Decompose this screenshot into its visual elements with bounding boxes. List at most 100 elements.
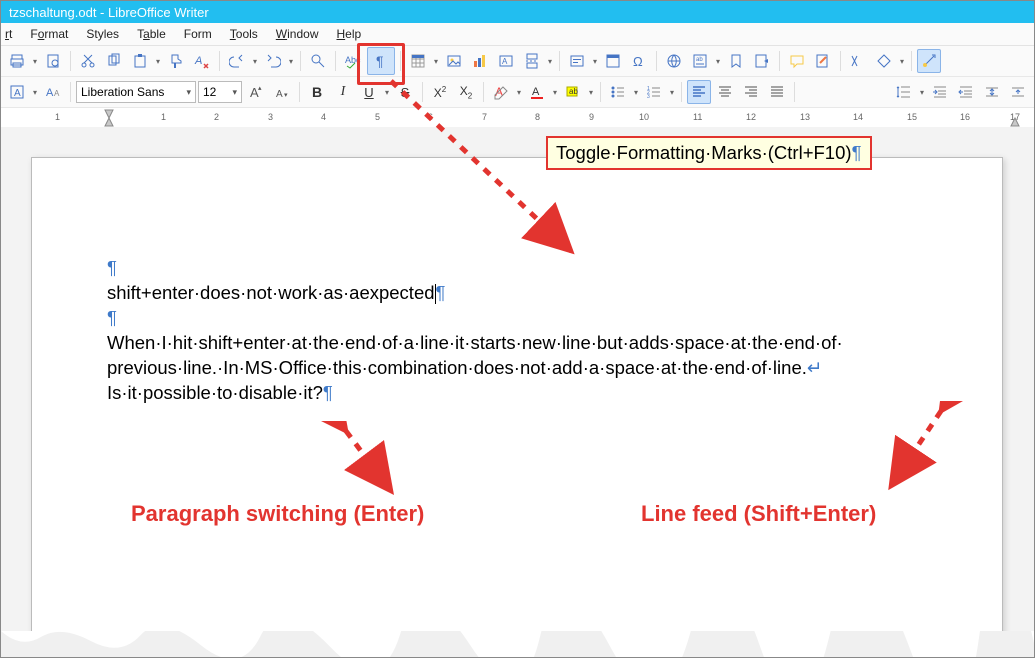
- svg-text:▴: ▴: [258, 85, 262, 92]
- align-center-button[interactable]: [713, 80, 737, 104]
- font-name-combo[interactable]: Liberation Sans▾: [76, 81, 196, 103]
- clear-button[interactable]: A: [489, 80, 513, 104]
- page-content[interactable]: ¶ shift+enter·does·not·work·as·aexpected…: [107, 256, 942, 406]
- bullets-button[interactable]: [606, 80, 630, 104]
- svg-text:Ω: Ω: [633, 54, 643, 69]
- clone-formatting-button[interactable]: [164, 49, 188, 73]
- font-color-dropdown[interactable]: ▾: [551, 88, 559, 97]
- svg-text:2: 2: [214, 112, 219, 122]
- app-window: tzschaltung.odt - LibreOffice Writer rt …: [0, 0, 1035, 658]
- paste-button[interactable]: [128, 49, 152, 73]
- cut-button[interactable]: [76, 49, 100, 73]
- footnote-dropdown[interactable]: ▾: [714, 57, 722, 66]
- horizontal-ruler[interactable]: 1 123 456 789 101112 131415 1617: [1, 108, 1034, 129]
- symbol-shapes-button[interactable]: [872, 49, 896, 73]
- insert-cross-ref-button[interactable]: [750, 49, 774, 73]
- insert-textbox-button[interactable]: A: [494, 49, 518, 73]
- find-button[interactable]: [306, 49, 330, 73]
- track-changes-button[interactable]: [811, 49, 835, 73]
- separator: [70, 82, 71, 102]
- menu-table[interactable]: Table: [129, 25, 174, 43]
- svg-text:1: 1: [55, 112, 60, 122]
- highlight-box-toolbar: [357, 43, 405, 85]
- menu-tools[interactable]: Tools: [222, 25, 266, 43]
- print-dropdown[interactable]: ▾: [31, 57, 39, 66]
- menu-help[interactable]: Help: [328, 25, 369, 43]
- svg-text:12: 12: [746, 112, 756, 122]
- table-dropdown[interactable]: ▾: [432, 57, 440, 66]
- separator: [911, 51, 912, 71]
- numbering-dropdown[interactable]: ▾: [668, 88, 676, 97]
- insert-pagebreak-button[interactable]: [520, 49, 544, 73]
- insert-chart-button[interactable]: [468, 49, 492, 73]
- decrease-para-spacing-button[interactable]: [1006, 80, 1030, 104]
- update-style-button[interactable]: AA: [41, 80, 65, 104]
- menu-form[interactable]: Form: [176, 25, 220, 43]
- copy-button[interactable]: [102, 49, 126, 73]
- svg-text:3: 3: [647, 94, 650, 100]
- pagebreak-dropdown[interactable]: ▾: [546, 57, 554, 66]
- redo-button[interactable]: [261, 49, 285, 73]
- font-color-button[interactable]: A: [525, 80, 549, 104]
- print-preview-button[interactable]: [41, 49, 65, 73]
- menu-window[interactable]: Window: [268, 25, 327, 43]
- menu-format[interactable]: Format: [22, 25, 76, 43]
- svg-text:A: A: [194, 55, 202, 67]
- paragraph-body: When·I·hit·shift+enter·at·the·end·of·a·l…: [107, 331, 942, 406]
- paste-dropdown[interactable]: ▾: [154, 57, 162, 66]
- clear-formatting-button[interactable]: A: [190, 49, 214, 73]
- insert-comment-button[interactable]: [785, 49, 809, 73]
- highlight-dropdown[interactable]: ▾: [587, 88, 595, 97]
- undo-dropdown[interactable]: ▾: [251, 57, 259, 66]
- redo-dropdown[interactable]: ▾: [287, 57, 295, 66]
- style-dropdown[interactable]: ▾: [31, 88, 39, 97]
- svg-text:5: 5: [375, 112, 380, 122]
- insert-header-button[interactable]: [601, 49, 625, 73]
- spacing-dropdown[interactable]: ▾: [918, 88, 926, 97]
- align-justify-button[interactable]: [765, 80, 789, 104]
- increase-para-spacing-button[interactable]: [980, 80, 1004, 104]
- font-size-combo[interactable]: 12▾: [198, 81, 242, 103]
- line-spacing-button[interactable]: [892, 80, 916, 104]
- svg-text:▾: ▾: [284, 92, 288, 99]
- insert-table-button[interactable]: [406, 49, 430, 73]
- insert-special-char-button[interactable]: Ω: [627, 49, 651, 73]
- align-right-button[interactable]: [739, 80, 763, 104]
- print-button[interactable]: [5, 49, 29, 73]
- insert-footnote-button[interactable]: ab: [688, 49, 712, 73]
- basic-shapes-button[interactable]: [846, 49, 870, 73]
- underline-dropdown[interactable]: ▾: [383, 88, 391, 97]
- field-dropdown[interactable]: ▾: [591, 57, 599, 66]
- insert-hyperlink-button[interactable]: [662, 49, 686, 73]
- increase-indent-button[interactable]: [928, 80, 952, 104]
- page: ¶ shift+enter·does·not·work·as·aexpected…: [31, 157, 1003, 657]
- subscript-button[interactable]: X2: [454, 80, 478, 104]
- clear-dropdown[interactable]: ▾: [515, 88, 523, 97]
- menu-styles[interactable]: Styles: [78, 25, 127, 43]
- shapes-dropdown[interactable]: ▾: [898, 57, 906, 66]
- insert-image-button[interactable]: [442, 49, 466, 73]
- document-area[interactable]: ¶ shift+enter·does·not·work·as·aexpected…: [1, 127, 1034, 657]
- decrease-font-button[interactable]: A▾: [270, 80, 294, 104]
- align-left-button[interactable]: [687, 80, 711, 104]
- draw-functions-button[interactable]: [917, 49, 941, 73]
- menu-insert-partial[interactable]: rt: [5, 25, 20, 43]
- insert-field-button[interactable]: [565, 49, 589, 73]
- svg-text:A: A: [532, 86, 540, 98]
- decrease-indent-button[interactable]: [954, 80, 978, 104]
- superscript-button[interactable]: X2: [428, 80, 452, 104]
- undo-button[interactable]: [225, 49, 249, 73]
- separator: [422, 82, 423, 102]
- paragraph-style-button[interactable]: A: [5, 80, 29, 104]
- menubar: rt Format Styles Table Form Tools Window…: [1, 23, 1034, 46]
- numbering-button[interactable]: 123: [642, 80, 666, 104]
- torn-edge: [1, 631, 1034, 657]
- italic-button[interactable]: I: [331, 80, 355, 104]
- increase-font-button[interactable]: A▴: [244, 80, 268, 104]
- insert-bookmark-button[interactable]: [724, 49, 748, 73]
- bullets-dropdown[interactable]: ▾: [632, 88, 640, 97]
- bold-button[interactable]: B: [305, 80, 329, 104]
- highlight-button[interactable]: ab: [561, 80, 585, 104]
- separator: [483, 82, 484, 102]
- svg-text:A: A: [276, 89, 283, 100]
